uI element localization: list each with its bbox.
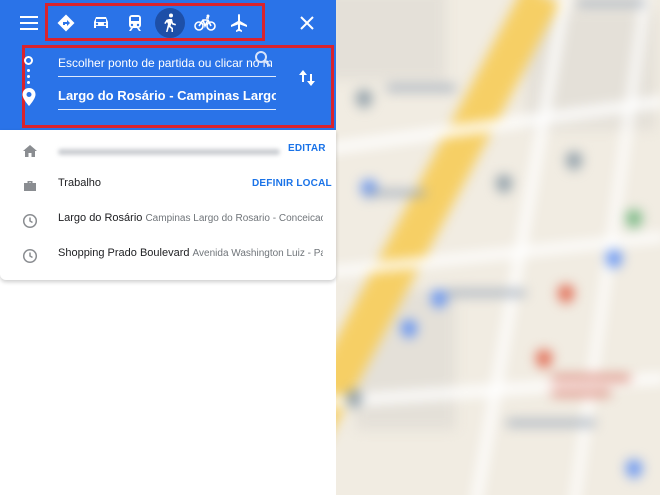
clock-icon	[22, 248, 38, 264]
origin-input[interactable]: Escolher ponto de partida ou clicar no m	[58, 52, 276, 77]
route-dots-icon	[27, 69, 30, 87]
recent-item-title: Largo do Rosário	[58, 212, 143, 224]
mode-car[interactable]	[86, 8, 116, 38]
mode-flight[interactable]	[224, 8, 254, 38]
home-icon	[23, 145, 37, 157]
saved-place-home[interactable]: EDITAR	[0, 134, 336, 168]
menu-icon[interactable]	[16, 10, 42, 36]
directions-header: Escolher ponto de partida ou clicar no m…	[0, 0, 336, 130]
recent-item-largo-do-rosario[interactable]: Largo do Rosário Campinas Largo do Rosar…	[0, 204, 336, 238]
clock-icon	[22, 213, 38, 229]
recent-item-title: Shopping Prado Boulevard	[58, 247, 190, 259]
close-icon[interactable]	[294, 10, 320, 36]
recent-item-subtitle: Avenida Washington Luiz - Pa...	[192, 248, 323, 259]
mode-bicycle[interactable]	[190, 8, 220, 38]
walking-icon	[164, 13, 176, 32]
recent-item-text: Shopping Prado Boulevard Avenida Washing…	[58, 247, 323, 259]
suggestions-list: EDITAR Trabalho DEFINIR LOCAL Largo do R…	[0, 130, 336, 280]
briefcase-icon	[24, 181, 36, 191]
airplane-icon	[231, 14, 247, 32]
directions-panel: Escolher ponto de partida ou clicar no m…	[0, 0, 336, 495]
saved-place-work[interactable]: Trabalho DEFINIR LOCAL	[0, 169, 336, 203]
bicycle-icon	[194, 14, 216, 31]
mode-transit[interactable]	[120, 8, 150, 38]
recent-item-shopping-prado[interactable]: Shopping Prado Boulevard Avenida Washing…	[0, 239, 336, 273]
mode-walking[interactable]	[155, 8, 185, 38]
car-icon	[94, 17, 108, 28]
mode-best-route[interactable]	[51, 8, 81, 38]
map-view[interactable]	[336, 0, 660, 495]
recent-item-text: Largo do Rosário Campinas Largo do Rosar…	[58, 212, 323, 224]
origin-placeholder: Escolher ponto de partida ou clicar no m	[58, 56, 273, 70]
swap-icon[interactable]	[298, 68, 316, 88]
destination-input[interactable]: Largo do Rosário - Campinas Largo do R	[58, 85, 276, 110]
edit-home-link[interactable]: EDITAR	[288, 143, 326, 154]
directions-icon	[57, 14, 75, 32]
origin-circle-icon	[24, 56, 33, 65]
home-address-blurred	[58, 149, 280, 155]
recent-item-subtitle: Campinas Largo do Rosario - Conceicao...	[145, 213, 323, 224]
maps-directions-screen: Escolher ponto de partida ou clicar no m…	[0, 0, 660, 495]
set-work-location-link[interactable]: DEFINIR LOCAL	[252, 178, 332, 189]
search-icon[interactable]	[254, 50, 272, 68]
destination-value: Largo do Rosário - Campinas Largo do R	[58, 88, 276, 103]
train-icon	[129, 15, 141, 31]
destination-pin-icon	[22, 88, 36, 106]
